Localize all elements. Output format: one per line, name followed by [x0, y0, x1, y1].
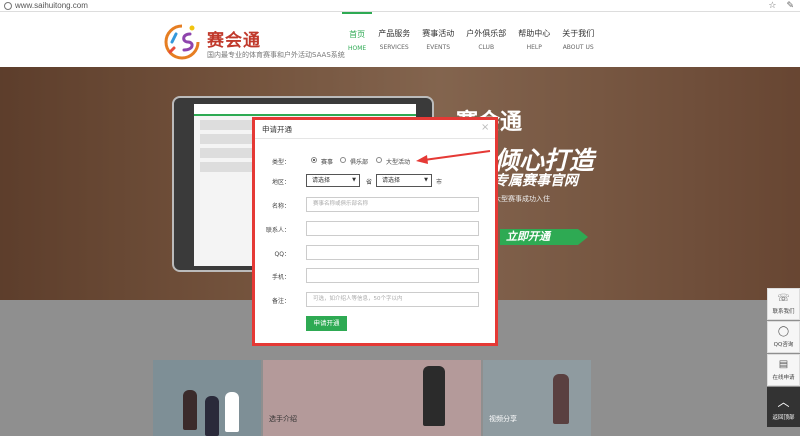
nav-label-en: HELP — [526, 44, 542, 51]
province-select[interactable]: 请选择 ▼ — [306, 174, 360, 187]
close-icon[interactable]: × — [481, 122, 489, 133]
type-radio-event[interactable] — [311, 157, 317, 163]
back-to-top-button[interactable]: ︿ 返回顶部 — [767, 387, 800, 427]
banner-cta-button[interactable]: 立即开通 — [500, 229, 588, 245]
feature-card[interactable] — [153, 360, 261, 436]
nav-events[interactable]: 赛事活动 EVENTS — [416, 12, 460, 67]
card-caption: 选手介绍 — [269, 415, 297, 423]
name-input[interactable]: 赛事名称或俱乐部名称 — [306, 197, 479, 212]
province-unit: 省 — [366, 179, 373, 186]
site-header: 赛会通 国内最专业的体育赛事和户外活动SAAS系统 首页 HOME 产品服务 S… — [0, 12, 800, 67]
athlete-figure — [183, 390, 197, 430]
athlete-figure — [225, 392, 239, 432]
modal-divider — [255, 138, 495, 139]
name-label: 名称： — [271, 203, 290, 210]
chevron-down-icon: ▼ — [424, 177, 428, 183]
nav-label-en: SERVICES — [379, 44, 409, 51]
type-radio-club[interactable] — [340, 157, 346, 163]
contact-label: 联系人： — [265, 227, 290, 234]
note-label: 备注： — [271, 298, 290, 305]
brand-title: 赛会通 — [207, 31, 261, 51]
qq-label: QQ： — [274, 251, 290, 258]
saihuitong-logo[interactable] — [162, 22, 202, 62]
qq-input[interactable] — [306, 245, 479, 260]
modal-title: 申请开通 — [262, 125, 292, 134]
nav-label: 帮助中心 — [518, 29, 551, 38]
note-input[interactable]: 可选，如介绍人等信息，50个字以内 — [306, 292, 479, 307]
nav-label: 赛事活动 — [422, 29, 455, 38]
form-icon: ▤ — [778, 359, 789, 370]
sidebar-label: QQ咨询 — [773, 342, 794, 348]
qq-icon: ◯ — [777, 326, 790, 337]
region-label: 地区： — [271, 179, 290, 186]
sidebar-label: 联系我们 — [772, 309, 795, 315]
browser-address-bar[interactable]: www.saihuitong.com ☆ ✎ — [0, 0, 800, 12]
nav-club[interactable]: 户外俱乐部 CLUB — [460, 12, 512, 67]
contact-us-button[interactable]: ☏ 联系我们 — [767, 288, 800, 320]
sidebar-label: 返回顶部 — [772, 415, 795, 421]
athlete-figure — [423, 366, 445, 426]
feature-card[interactable]: 视频分享 — [483, 360, 591, 436]
nav-label-en: CLUB — [478, 44, 495, 51]
type-radio-large-activity[interactable] — [376, 157, 382, 163]
nav-label-en: HOME — [348, 45, 367, 52]
type-option-label: 赛事 — [321, 159, 334, 166]
address-url[interactable]: www.saihuitong.com — [15, 1, 768, 10]
chevron-up-icon: ︿ — [777, 395, 790, 409]
bookmark-star-icon[interactable]: ☆ — [768, 1, 776, 11]
feature-card[interactable]: 选手介绍 — [263, 360, 481, 436]
nav-label-en: ABOUT US — [562, 44, 594, 51]
type-label: 类型： — [271, 159, 290, 166]
nav-about[interactable]: 关于我们 ABOUT US — [556, 12, 600, 67]
banner-slogan-2: 专属赛事官网 — [494, 173, 578, 189]
athlete-figure — [553, 374, 569, 424]
city-unit: 市 — [436, 179, 443, 186]
chevron-down-icon: ▼ — [352, 177, 356, 183]
type-option-label: 大型活动 — [386, 159, 411, 166]
nav-label: 首页 — [349, 30, 366, 39]
nav-label-en: EVENTS — [426, 44, 451, 51]
main-nav: 首页 HOME 产品服务 SERVICES 赛事活动 EVENTS 户外俱乐部 … — [342, 12, 600, 67]
globe-icon — [4, 1, 12, 10]
contact-input[interactable] — [306, 221, 479, 236]
online-apply-button[interactable]: ▤ 在线申请 — [767, 354, 800, 386]
sidebar-label: 在线申请 — [772, 375, 795, 381]
phone-icon: ☏ — [777, 293, 790, 304]
qq-consult-button[interactable]: ◯ QQ咨询 — [767, 321, 800, 353]
nav-help[interactable]: 帮助中心 HELP — [512, 12, 556, 67]
nav-label: 产品服务 — [378, 29, 411, 38]
edit-pen-icon[interactable]: ✎ — [786, 1, 794, 11]
floating-sidebar: ☏ 联系我们 ◯ QQ咨询 ▤ 在线申请 ︿ 返回顶部 — [767, 288, 800, 428]
city-select-value: 请选择 — [382, 177, 401, 184]
type-option-label: 俱乐部 — [350, 159, 369, 166]
phone-input[interactable] — [306, 268, 479, 283]
city-select[interactable]: 请选择 ▼ — [376, 174, 432, 187]
tablet-screen-header — [194, 104, 416, 116]
submit-apply-button[interactable]: 申请开通 — [306, 316, 347, 331]
card-caption: 视频分享 — [489, 415, 517, 423]
brand-tagline: 国内最专业的体育赛事和户外活动SAAS系统 — [207, 51, 345, 59]
nav-home[interactable]: 首页 HOME — [342, 12, 373, 67]
nav-services[interactable]: 产品服务 SERVICES — [372, 12, 416, 67]
banner-small-text: 大型赛事成功入住 — [494, 195, 550, 203]
phone-label: 手机： — [271, 274, 290, 281]
province-select-value: 请选择 — [312, 177, 331, 184]
nav-label: 关于我们 — [562, 29, 595, 38]
nav-label: 户外俱乐部 — [466, 29, 507, 38]
athlete-figure — [205, 396, 219, 436]
